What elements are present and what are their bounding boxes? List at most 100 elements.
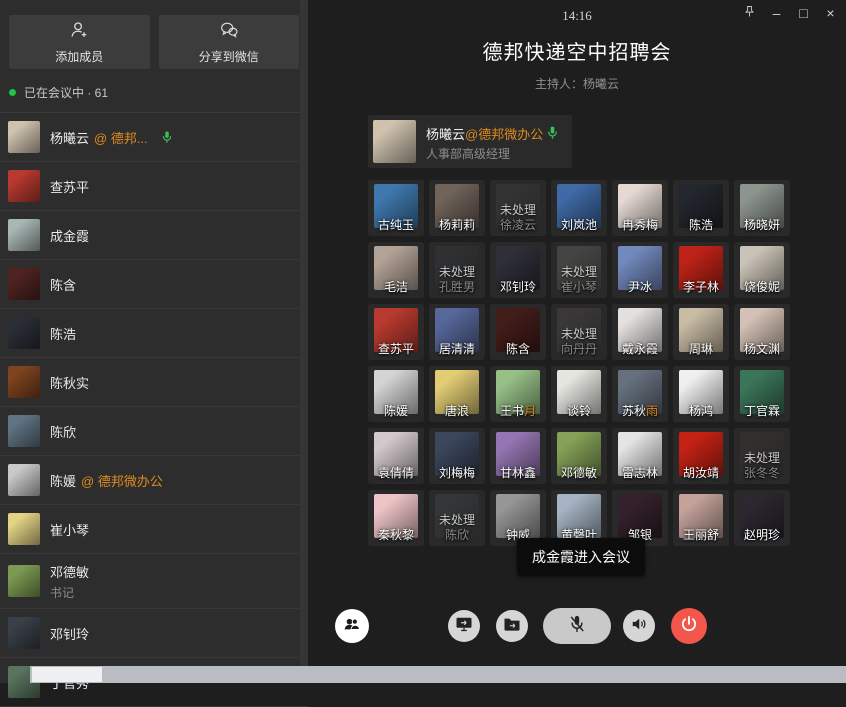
participant-name: 周琳 bbox=[673, 340, 729, 357]
member-row[interactable]: 陈浩 bbox=[0, 309, 308, 358]
members-icon bbox=[342, 614, 362, 639]
participant-tile[interactable]: 甘林鑫 bbox=[490, 428, 546, 484]
wechat-icon bbox=[218, 19, 240, 44]
participant-name: 查苏平 bbox=[368, 340, 424, 357]
participant-tile[interactable]: 戴永霞 bbox=[612, 304, 668, 360]
minimize-button[interactable]: – bbox=[763, 0, 790, 26]
participant-tile[interactable]: 尹冰 bbox=[612, 242, 668, 298]
meeting-stage: 14:16 德邦快递空中招聘会 主持人：杨曦云 杨曦云 @德邦微办公 人事部高级… bbox=[308, 0, 846, 683]
file-share-icon bbox=[502, 614, 522, 639]
meeting-title: 德邦快递空中招聘会 bbox=[308, 36, 846, 65]
speaker-card[interactable]: 杨曦云 @德邦微办公 人事部高级经理 bbox=[368, 115, 572, 168]
participant-tile[interactable]: 胡汝靖 bbox=[673, 428, 729, 484]
member-avatar bbox=[8, 317, 40, 349]
member-row[interactable]: 邓德敏书记 bbox=[0, 554, 308, 609]
participant-name: 袁倩倩 bbox=[368, 464, 424, 481]
participant-tile[interactable]: 赵明珍 bbox=[734, 490, 790, 546]
member-name: 陈含 bbox=[50, 275, 76, 294]
mic-on-icon bbox=[160, 130, 174, 144]
speaker-volume-button[interactable] bbox=[623, 610, 655, 642]
speaker-avatar bbox=[373, 120, 416, 163]
participant-tile[interactable]: 邓钊玲 bbox=[490, 242, 546, 298]
mic-muted-icon bbox=[566, 613, 588, 640]
participant-tile[interactable]: 刘岚池 bbox=[551, 180, 607, 236]
member-list-scrollbar[interactable] bbox=[300, 0, 308, 683]
participant-name: 居清清 bbox=[429, 340, 485, 357]
participant-tile[interactable]: 秦秋黎 bbox=[368, 490, 424, 546]
participant-tile[interactable]: 袁倩倩 bbox=[368, 428, 424, 484]
speaker-icon bbox=[629, 614, 649, 639]
participant-tile[interactable]: 杨文渊 bbox=[734, 304, 790, 360]
screen-share-button[interactable] bbox=[448, 610, 480, 642]
member-row[interactable]: 邓钊玲 bbox=[0, 609, 308, 658]
member-panel: 添加成员 分享到微信 已在会议中 · 61 杨曦云@ 德邦...查苏平成金霞陈含… bbox=[0, 0, 308, 683]
participant-tile[interactable]: 杨莉莉 bbox=[429, 180, 485, 236]
participant-name: 赵明珍 bbox=[734, 526, 790, 543]
members-button[interactable] bbox=[335, 609, 369, 643]
add-member-button[interactable]: 添加成员 bbox=[9, 15, 150, 69]
share-wechat-button[interactable]: 分享到微信 bbox=[159, 15, 300, 69]
pin-icon bbox=[742, 4, 757, 22]
participant-tile[interactable]: 杨鸿 bbox=[673, 366, 729, 422]
maximize-button[interactable]: □ bbox=[790, 0, 817, 26]
member-row[interactable]: 陈含 bbox=[0, 260, 308, 309]
member-row[interactable]: 陈欣 bbox=[0, 407, 308, 456]
participant-name: 张冬冬 bbox=[734, 464, 790, 481]
member-row[interactable]: 陈媛@ 德邦微办公 bbox=[0, 456, 308, 505]
participant-name: 古纯玉 bbox=[368, 216, 424, 233]
file-share-button[interactable] bbox=[496, 610, 528, 642]
participant-tile[interactable]: 冉秀梅 bbox=[612, 180, 668, 236]
pin-button[interactable] bbox=[736, 0, 763, 26]
participant-tile[interactable]: 未处理陈欣 bbox=[429, 490, 485, 546]
horizontal-scrollbar[interactable] bbox=[30, 666, 846, 683]
meeting-status: 已在会议中 · 61 bbox=[0, 69, 308, 113]
participant-tile[interactable]: 王丽舒 bbox=[673, 490, 729, 546]
participant-tile[interactable]: 雷志林 bbox=[612, 428, 668, 484]
participant-tile[interactable]: 毛洁 bbox=[368, 242, 424, 298]
speaker-org: @德邦微办公 bbox=[465, 124, 543, 143]
participant-tile[interactable]: 杨晓妍 bbox=[734, 180, 790, 236]
speaker-job-title: 人事部高级经理 bbox=[426, 145, 510, 162]
mic-mute-button[interactable] bbox=[543, 608, 611, 644]
participant-tile[interactable]: 未处理孔胜男 bbox=[429, 242, 485, 298]
add-member-label: 添加成员 bbox=[55, 48, 103, 65]
participant-tile[interactable]: 未处理崔小琴 bbox=[551, 242, 607, 298]
participant-tile[interactable]: 陈媛 bbox=[368, 366, 424, 422]
end-call-button[interactable] bbox=[671, 608, 707, 644]
member-row[interactable]: 崔小琴 bbox=[0, 505, 308, 554]
participant-tile[interactable]: 居清清 bbox=[429, 304, 485, 360]
close-button[interactable]: × bbox=[817, 0, 844, 26]
participant-tile[interactable]: 刘梅梅 bbox=[429, 428, 485, 484]
participant-tile[interactable]: 李子林 bbox=[673, 242, 729, 298]
participant-tile[interactable]: 饶俊妮 bbox=[734, 242, 790, 298]
participant-tile[interactable]: 丁官霖 bbox=[734, 366, 790, 422]
participant-name: 邓德敏 bbox=[551, 464, 607, 481]
participant-name: 陈媛 bbox=[368, 402, 424, 419]
member-row[interactable]: 成金霞 bbox=[0, 211, 308, 260]
participant-tile[interactable]: 未处理徐凌云 bbox=[490, 180, 546, 236]
member-avatar bbox=[8, 366, 40, 398]
participant-name: 秦秋黎 bbox=[368, 526, 424, 543]
member-row[interactable]: 杨曦云@ 德邦... bbox=[0, 113, 308, 162]
participant-tile[interactable]: 周琳 bbox=[673, 304, 729, 360]
member-row[interactable]: 陈秋实 bbox=[0, 358, 308, 407]
participant-tile[interactable]: 陈含 bbox=[490, 304, 546, 360]
participant-tile[interactable]: 王书月 bbox=[490, 366, 546, 422]
participant-name: 陈含 bbox=[490, 340, 546, 357]
participant-tile[interactable]: 未处理张冬冬 bbox=[734, 428, 790, 484]
member-avatar bbox=[8, 617, 40, 649]
participant-tile[interactable]: 邓德敏 bbox=[551, 428, 607, 484]
scrollbar-thumb[interactable] bbox=[32, 667, 102, 682]
member-row[interactable]: 查苏平 bbox=[0, 162, 308, 211]
share-wechat-label: 分享到微信 bbox=[199, 48, 259, 65]
participant-tile[interactable]: 唐浪 bbox=[429, 366, 485, 422]
participant-tile[interactable]: 古纯玉 bbox=[368, 180, 424, 236]
participant-name: 杨莉莉 bbox=[429, 216, 485, 233]
member-list: 杨曦云@ 德邦...查苏平成金霞陈含陈浩陈秋实陈欣陈媛@ 德邦微办公崔小琴邓德敏… bbox=[0, 113, 308, 707]
participant-tile[interactable]: 陈浩 bbox=[673, 180, 729, 236]
participant-tile[interactable]: 查苏平 bbox=[368, 304, 424, 360]
participant-tile[interactable]: 未处理向丹丹 bbox=[551, 304, 607, 360]
participant-tile[interactable]: 苏秋雨 bbox=[612, 366, 668, 422]
participant-tile[interactable]: 谈铃 bbox=[551, 366, 607, 422]
member-subtitle: 书记 bbox=[50, 584, 89, 601]
